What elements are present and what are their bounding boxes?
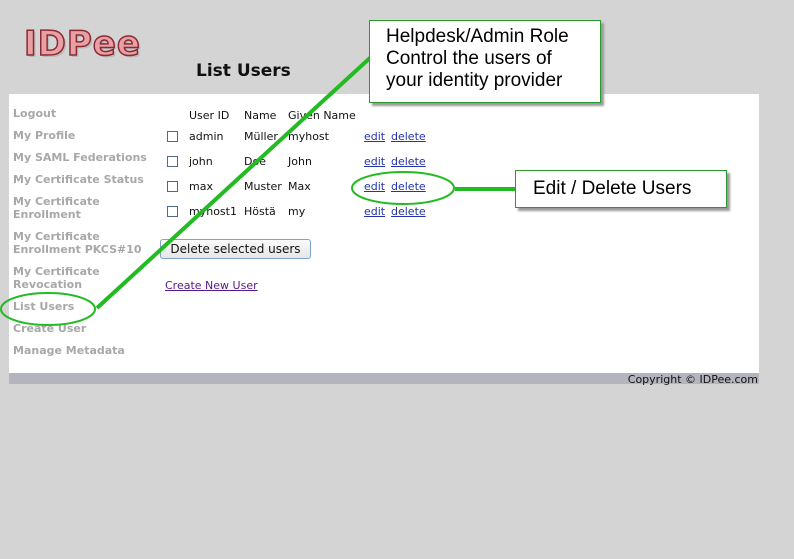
list-users-highlight-ellipse <box>0 292 96 326</box>
callout-line: your identity provider <box>386 70 563 91</box>
edit-delete-highlight-ellipse <box>351 171 455 205</box>
callout-pointer-line-top <box>95 55 373 310</box>
callout-helpdesk-admin-role: Helpdesk/Admin Role Control the users of… <box>369 20 601 103</box>
callout-line: Helpdesk/Admin Role <box>386 26 569 47</box>
callout-line: Control the users of <box>386 48 552 69</box>
callout-edit-delete-users: Edit / Delete Users <box>515 170 727 208</box>
